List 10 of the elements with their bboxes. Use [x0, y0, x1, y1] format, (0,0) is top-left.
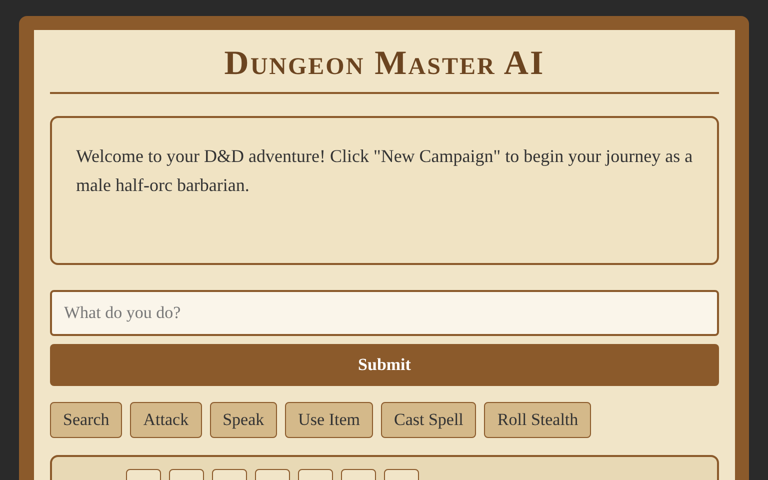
action-button[interactable]: Use Item	[285, 402, 373, 438]
action-button[interactable]: Search	[50, 402, 122, 438]
story-text: Welcome to your D&D adventure! Click "New Campaign" to begin your journey as a male half-orc barbarian.	[76, 145, 693, 197]
action-button[interactable]: Speak	[210, 402, 278, 438]
app-title: Dungeon Master AI	[223, 44, 546, 84]
action-button[interactable]: Roll Stealth	[484, 402, 592, 438]
submit-button[interactable]: Submit	[50, 344, 719, 386]
action-button[interactable]: Attack	[130, 402, 202, 438]
command-input[interactable]: What do you do?	[50, 290, 719, 336]
action-button[interactable]: Cast Spell	[380, 402, 476, 438]
